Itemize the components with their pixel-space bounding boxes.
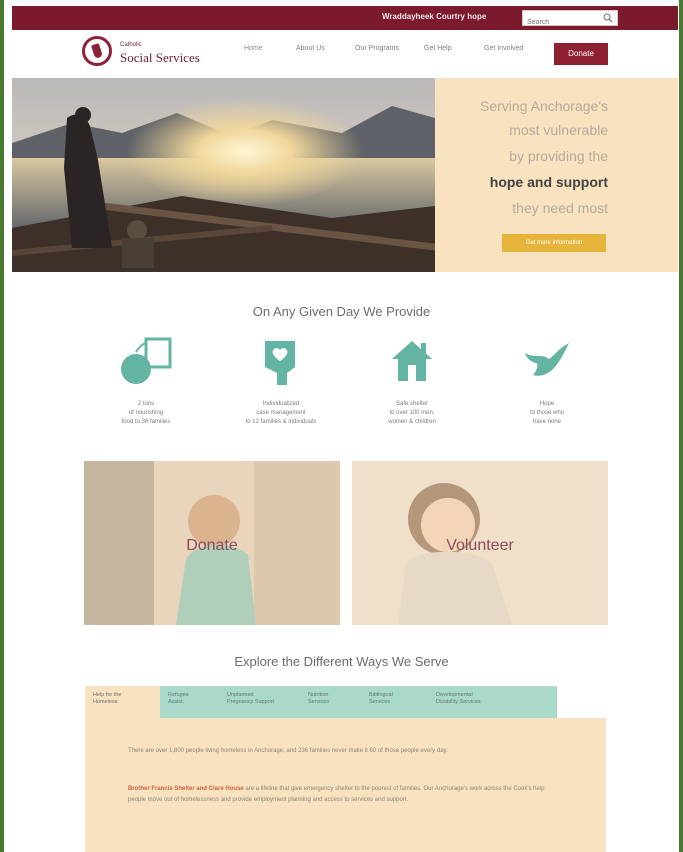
serve-section-title: Explore the Different Ways We Serve	[234, 654, 449, 669]
nav-item-home[interactable]: Home	[244, 45, 263, 52]
logo[interactable]: Catholic Social Services	[82, 36, 202, 70]
feature-case-management: Individualized case management to 12 fam…	[211, 335, 351, 427]
tab-bilingual-line-2: Services	[369, 699, 391, 705]
tab-pregnancy-line-1: Unplanned	[227, 692, 254, 698]
feature-case-line-3: to 12 families & individuals	[245, 419, 317, 425]
tab-content-panel: There are over 1,800 people living homel…	[85, 718, 606, 852]
tab-pregnancy[interactable]: Unplanned Pregnancy Support	[219, 686, 300, 718]
feature-case-line-1: Individualized	[262, 401, 300, 407]
nav-item-about[interactable]: About Us	[296, 45, 325, 52]
feature-shelter: Safe shelter to over 100 men, women & ch…	[342, 335, 482, 427]
logo-mark-icon	[82, 36, 112, 66]
tab-paragraph-1: There are over 1,800 people living homel…	[128, 748, 448, 754]
search-box[interactable]	[522, 10, 618, 30]
heart-hand-icon	[265, 341, 295, 385]
top-bar: Wraddayheek Courtry hope	[12, 6, 678, 30]
hero-line-2: most vulnerable	[509, 122, 608, 138]
tab-disability-line-1: Developmental	[436, 692, 473, 698]
tab-paragraph-2-emphasis: Brother Francis Shelter and Clare House	[128, 786, 244, 792]
feature-hope-line-1: Hope	[539, 401, 555, 407]
tab-refugee-line-2: Assist.	[168, 699, 185, 705]
volunteer-card-label: Volunteer	[446, 537, 514, 554]
tab-refugee[interactable]: Refugee Assist.	[160, 686, 219, 718]
tab-disability-line-2: Disability Services	[436, 699, 481, 705]
donate-card[interactable]: Donate	[84, 461, 340, 625]
hero-line-5: they need most	[512, 200, 608, 216]
hero-cta-button[interactable]: Get more information	[502, 234, 606, 252]
hero-line-4: hope and support	[489, 174, 608, 190]
search-input[interactable]	[523, 15, 601, 30]
apple-book-icon	[121, 337, 172, 384]
tab-nutrition[interactable]: Nutrition Services	[300, 686, 361, 718]
feature-hope-line-3: have none	[532, 419, 562, 425]
tab-homeless[interactable]: Help for the Homeless	[85, 686, 160, 718]
top-bar-title: Wraddayheek Courtry hope	[382, 12, 487, 21]
tab-homeless-line-2: Homeless	[93, 699, 118, 705]
donate-button[interactable]: Donate	[554, 43, 608, 65]
site-header: Catholic Social Services Home About Us O…	[12, 30, 678, 76]
tab-pregnancy-line-2: Pregnancy Support	[227, 699, 275, 705]
feature-shelter-line-1: Safe shelter	[395, 401, 429, 407]
tab-refugee-line-1: Refugee	[168, 692, 189, 698]
house-icon	[392, 341, 432, 381]
feature-food-line-1: 2 tons	[137, 401, 155, 407]
feature-hope: Hope to those who have none	[477, 335, 617, 427]
volunteer-card[interactable]: Volunteer	[352, 461, 608, 625]
feature-food-line-3: food to 36 families	[121, 419, 171, 425]
service-tabs: Help for the Homeless Refugee Assist. Un…	[85, 686, 557, 718]
feature-food: 2 tons of nourishing food to 36 families	[76, 335, 216, 427]
feature-food-line-2: of nourishing	[128, 410, 164, 416]
logo-big-text: Social Services	[120, 50, 200, 65]
logo-small-text: Catholic	[120, 42, 142, 48]
tab-homeless-line-1: Help for the	[93, 692, 122, 698]
hero-photo	[12, 78, 435, 272]
donate-card-label: Donate	[186, 537, 238, 554]
feature-hope-line-2: to those who	[529, 410, 565, 416]
tab-bilingual-line-1: Biblingual	[369, 692, 393, 698]
feature-case-line-2: case management	[256, 410, 306, 416]
tab-nutrition-line-1: Nutrition	[308, 692, 329, 698]
dove-icon	[525, 343, 569, 376]
hero-line-3: by providing the	[509, 148, 608, 164]
search-icon[interactable]	[603, 13, 613, 23]
tab-nutrition-line-2: Services	[308, 699, 330, 705]
nav-item-programs[interactable]: Our Programs	[355, 45, 399, 52]
feature-shelter-line-2: to over 100 men,	[389, 410, 435, 416]
nav-item-get-help[interactable]: Get Help	[424, 45, 452, 52]
feature-shelter-line-3: women & children	[388, 419, 436, 425]
hero-line-1: Serving Anchorage's	[480, 98, 608, 114]
hero-panel: Serving Anchorage's most vulnerable by p…	[435, 78, 678, 272]
tab-paragraph-2: Brother Francis Shelter and Clare House …	[128, 784, 548, 806]
lake-sunset-image	[12, 78, 435, 272]
nav-item-get-involved[interactable]: Get Involved	[484, 45, 523, 52]
tab-bilingual[interactable]: Biblingual Services	[361, 686, 428, 718]
provide-section-title: On Any Given Day We Provide	[252, 304, 431, 319]
tab-disability[interactable]: Developmental Disability Services	[428, 686, 557, 718]
